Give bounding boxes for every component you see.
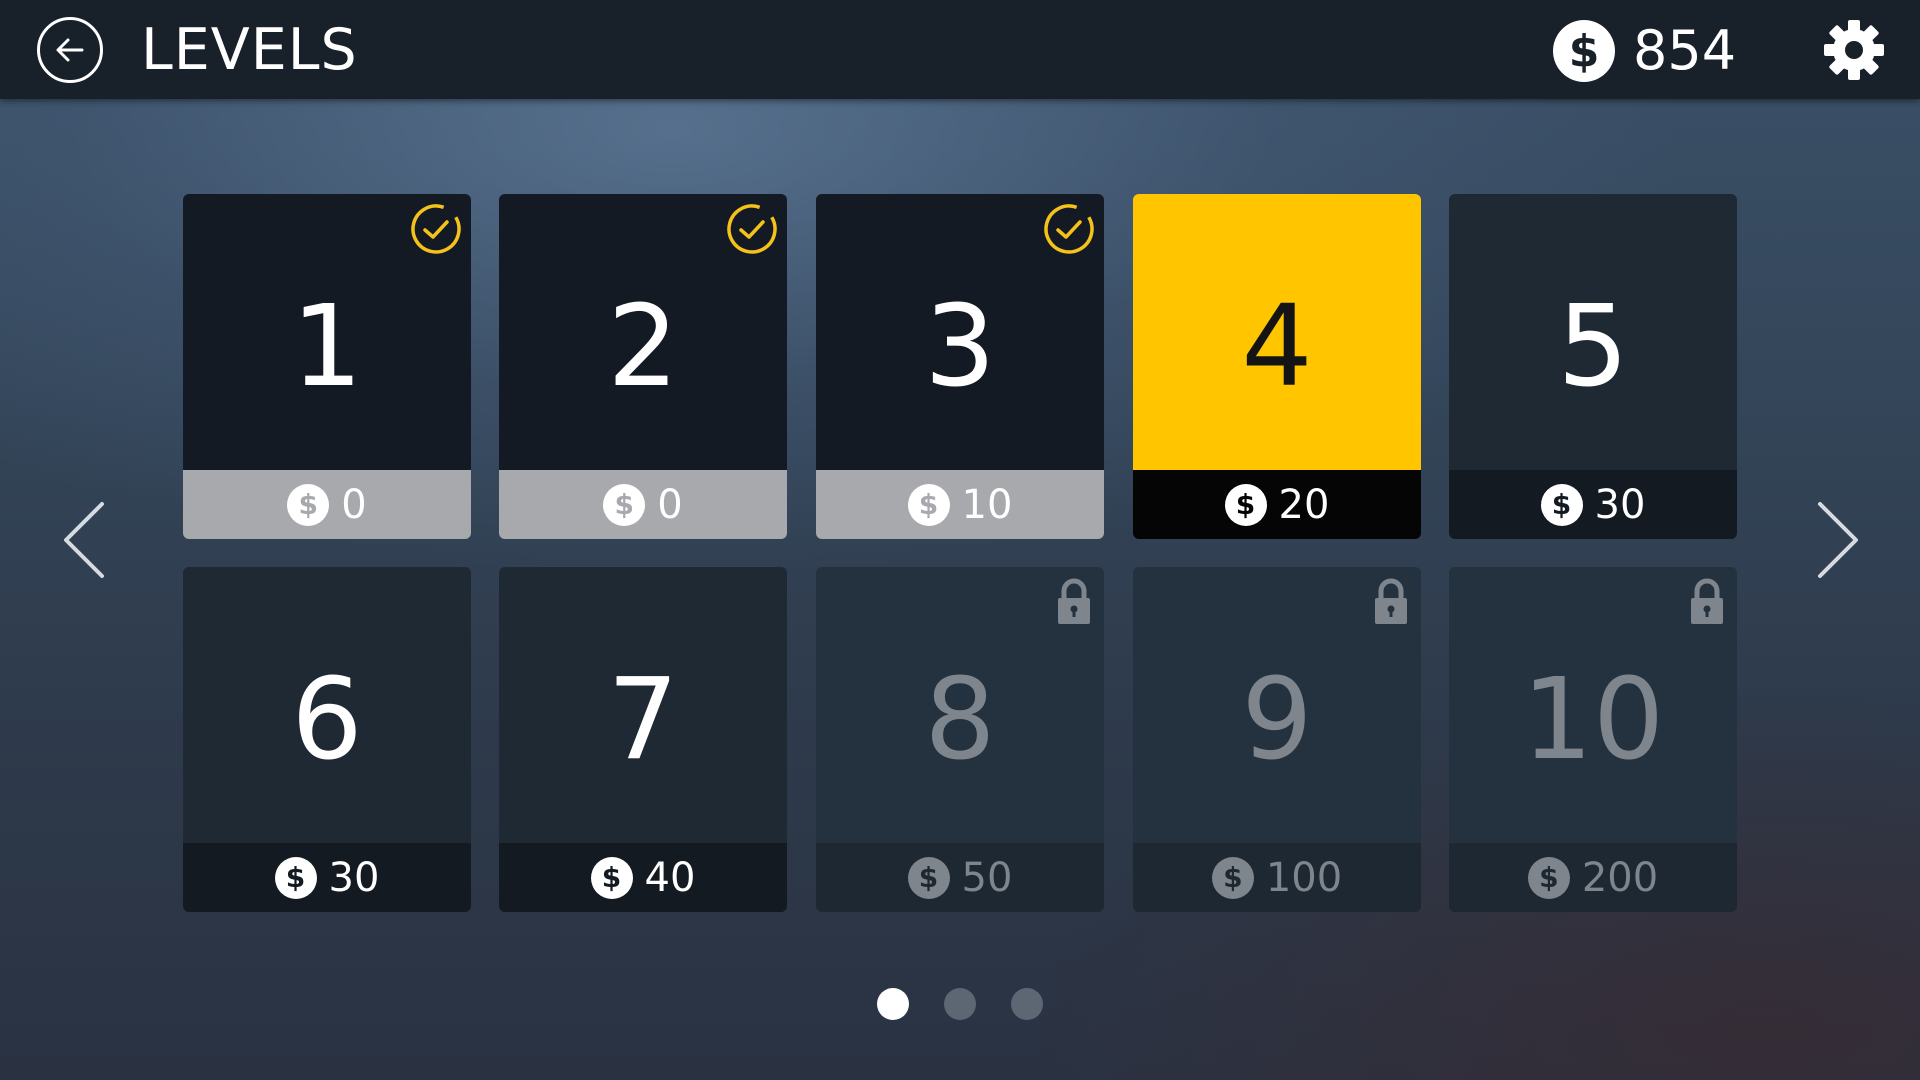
level-number: 6 xyxy=(291,655,363,785)
level-number: 3 xyxy=(924,282,996,412)
level-card-3[interactable]: 3 $ 10 xyxy=(816,194,1104,539)
level-cost: $ 100 xyxy=(1133,843,1421,912)
level-cost: $ 0 xyxy=(183,470,471,539)
lock-icon xyxy=(1691,578,1723,624)
level-number: 10 xyxy=(1521,655,1665,785)
back-button[interactable] xyxy=(37,17,103,83)
level-cost: $ 200 xyxy=(1449,843,1737,912)
cost-value: 10 xyxy=(961,481,1013,528)
cost-value: 0 xyxy=(341,481,367,528)
cost-value: 50 xyxy=(961,854,1013,901)
coin-icon: $ xyxy=(590,856,633,899)
back-arrow-icon xyxy=(56,38,84,62)
page-dot-1[interactable] xyxy=(877,988,909,1020)
coin-icon: $ xyxy=(1540,483,1583,526)
coin-balance: $ 854 xyxy=(1553,20,1736,82)
level-card-6[interactable]: 6 $ 30 xyxy=(183,567,471,912)
level-number: 7 xyxy=(607,655,679,785)
level-card-1[interactable]: 1 $ 0 xyxy=(183,194,471,539)
level-card-5[interactable]: 5 $ 30 xyxy=(1449,194,1737,539)
coin-icon: $ xyxy=(1224,483,1267,526)
level-card-8[interactable]: 8 $ 50 xyxy=(816,567,1104,912)
level-number: 1 xyxy=(291,282,363,412)
page-title: LEVELS xyxy=(141,17,358,83)
level-card-2[interactable]: 2 $ 0 xyxy=(499,194,787,539)
level-number: 4 xyxy=(1241,282,1313,412)
top-bar: LEVELS $ 854 xyxy=(0,0,1920,99)
page-indicator xyxy=(877,987,1043,1021)
level-cost: $ 50 xyxy=(816,843,1104,912)
completed-check-icon xyxy=(1044,204,1094,254)
level-cost: $ 10 xyxy=(816,470,1104,539)
level-card-10[interactable]: 10 $ 200 xyxy=(1449,567,1737,912)
cost-value: 0 xyxy=(657,481,683,528)
level-number: 2 xyxy=(607,282,679,412)
coin-icon: $ xyxy=(907,856,950,899)
coin-icon: $ xyxy=(1527,856,1570,899)
cost-value: 100 xyxy=(1265,854,1343,901)
level-cost: $ 30 xyxy=(183,843,471,912)
page-dot-2[interactable] xyxy=(944,988,976,1020)
lock-icon xyxy=(1058,578,1090,624)
level-cost: $ 30 xyxy=(1449,470,1737,539)
cost-value: 30 xyxy=(328,854,380,901)
completed-check-icon xyxy=(411,204,461,254)
cost-value: 20 xyxy=(1278,481,1330,528)
gear-icon[interactable] xyxy=(1822,18,1886,82)
coin-icon: $ xyxy=(274,856,317,899)
coin-icon: $ xyxy=(287,483,330,526)
cost-value: 40 xyxy=(644,854,696,901)
coin-amount: 854 xyxy=(1633,19,1737,82)
level-cost: $ 0 xyxy=(499,470,787,539)
level-card-9[interactable]: 9 $ 100 xyxy=(1133,567,1421,912)
level-number: 9 xyxy=(1241,655,1313,785)
level-card-4[interactable]: 4 $ 20 xyxy=(1133,194,1421,539)
chevron-left-icon[interactable] xyxy=(60,500,110,580)
chevron-right-icon[interactable] xyxy=(1812,500,1862,580)
level-number: 5 xyxy=(1557,282,1629,412)
level-card-7[interactable]: 7 $ 40 xyxy=(499,567,787,912)
level-cost: $ 40 xyxy=(499,843,787,912)
level-cost: $ 20 xyxy=(1133,470,1421,539)
lock-icon xyxy=(1375,578,1407,624)
completed-check-icon xyxy=(727,204,777,254)
level-number: 8 xyxy=(924,655,996,785)
coin-icon: $ xyxy=(1553,20,1615,82)
coin-icon: $ xyxy=(1211,856,1254,899)
coin-icon: $ xyxy=(907,483,950,526)
cost-value: 200 xyxy=(1581,854,1659,901)
cost-value: 30 xyxy=(1594,481,1646,528)
page-dot-3[interactable] xyxy=(1011,988,1043,1020)
coin-icon: $ xyxy=(603,483,646,526)
